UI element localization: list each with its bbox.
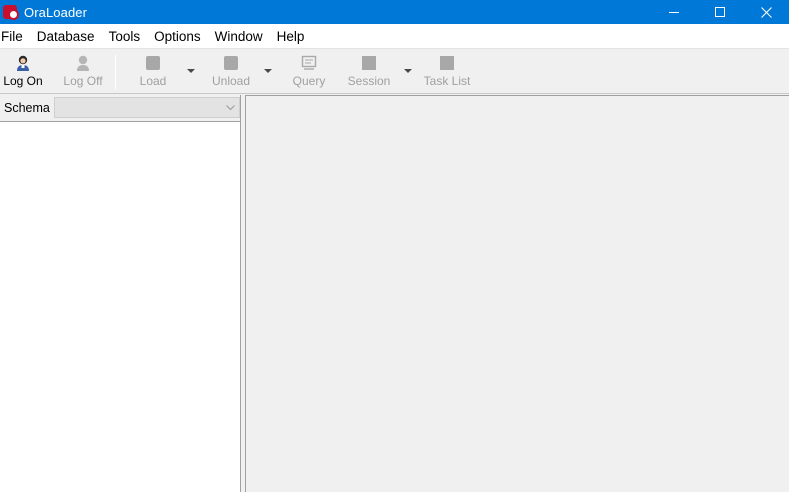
- menu-help[interactable]: Help: [270, 24, 312, 49]
- unload-button[interactable]: Unload: [211, 54, 251, 92]
- load-button[interactable]: Load: [137, 54, 169, 92]
- user-icon: [14, 54, 32, 72]
- schema-row: Schema: [0, 95, 242, 121]
- toolbar: Log On Log Off Load Unload Query Session…: [0, 50, 789, 94]
- maximize-button[interactable]: [697, 0, 743, 24]
- unload-icon: [222, 54, 240, 72]
- load-icon: [144, 54, 162, 72]
- close-icon: [760, 6, 772, 18]
- load-dropdown-icon[interactable]: [187, 69, 195, 73]
- menu-options[interactable]: Options: [147, 24, 208, 49]
- unload-dropdown-icon[interactable]: [264, 69, 272, 73]
- logon-button[interactable]: Log On: [3, 54, 43, 92]
- query-button[interactable]: Query: [291, 54, 327, 92]
- query-icon: [300, 54, 318, 72]
- unload-label: Unload: [211, 74, 251, 88]
- session-label: Session: [347, 74, 391, 88]
- window-title: OraLoader: [24, 4, 88, 20]
- session-button[interactable]: Session: [348, 54, 390, 92]
- menu-database[interactable]: Database: [30, 24, 102, 49]
- schema-select[interactable]: [54, 97, 240, 118]
- logon-label: Log On: [3, 74, 43, 88]
- tasklist-label: Task List: [423, 74, 471, 88]
- schema-tree[interactable]: [0, 121, 240, 492]
- menu-window[interactable]: Window: [208, 24, 270, 49]
- maximize-icon: [715, 7, 725, 17]
- title-bar[interactable]: OraLoader: [0, 0, 789, 24]
- app-icon[interactable]: [3, 4, 19, 20]
- logoff-button[interactable]: Log Off: [62, 54, 104, 92]
- logoff-label: Log Off: [63, 74, 103, 88]
- schema-panel: Schema: [0, 95, 242, 492]
- tasklist-icon: [438, 54, 456, 72]
- menu-file[interactable]: File: [0, 24, 30, 49]
- window-controls: [651, 0, 789, 24]
- schema-label: Schema: [4, 101, 50, 115]
- minimize-icon: [669, 12, 679, 13]
- chevron-down-icon: [226, 105, 235, 111]
- load-label: Load: [139, 74, 167, 88]
- query-label: Query: [292, 74, 326, 88]
- user-disabled-icon: [74, 54, 92, 72]
- session-icon: [360, 54, 378, 72]
- menu-bar: File Database Tools Options Window Help: [0, 24, 789, 49]
- toolbar-separator: [115, 55, 116, 90]
- mdi-client-area[interactable]: [246, 95, 789, 492]
- session-dropdown-icon[interactable]: [404, 69, 412, 73]
- close-button[interactable]: [743, 0, 789, 24]
- minimize-button[interactable]: [651, 0, 697, 24]
- menu-tools[interactable]: Tools: [102, 24, 148, 49]
- tasklist-button[interactable]: Task List: [422, 54, 472, 92]
